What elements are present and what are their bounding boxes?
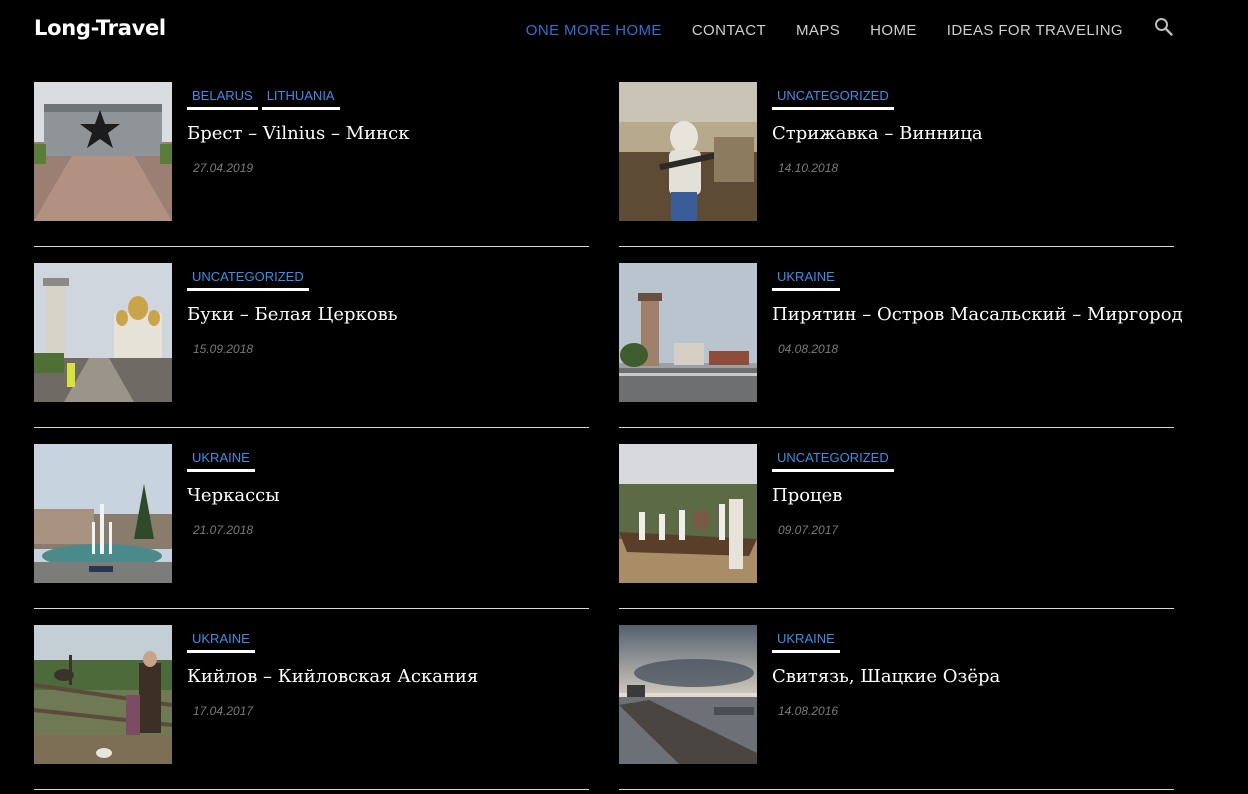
- post-item: UKRAINE Кийлов – Кийловская Аскания 17.0…: [34, 625, 589, 790]
- post-date: 14.10.2018: [778, 161, 839, 175]
- post-list: BELARUS LITHUANIA Брест – Vilnius – Минс…: [34, 82, 1183, 794]
- post-date: 15.09.2018: [193, 342, 254, 356]
- category-link-belarus[interactable]: BELARUS: [187, 88, 258, 110]
- post-categories: UKRAINE: [187, 631, 589, 653]
- post-title[interactable]: Стрижавка – Винница: [772, 123, 1174, 144]
- category-link-ukraine[interactable]: UKRAINE: [772, 269, 840, 291]
- post-title[interactable]: Кийлов – Кийловская Аскания: [187, 666, 589, 687]
- post-date: 21.07.2018: [193, 523, 254, 537]
- category-link-ukraine[interactable]: UKRAINE: [187, 450, 255, 472]
- post-date: 09.07.2017: [778, 523, 839, 537]
- post-date: 14.08.2016: [778, 704, 839, 718]
- post-item: BELARUS LITHUANIA Брест – Vilnius – Минс…: [34, 82, 589, 247]
- site-logo[interactable]: Long-Travel: [34, 16, 166, 40]
- search-icon[interactable]: [1154, 17, 1174, 37]
- post-item: UNCATEGORIZED Стрижавка – Винница 14.10.…: [619, 82, 1174, 247]
- post-title[interactable]: Пирятин – Остров Масальский – Миргород: [772, 304, 1183, 325]
- post-thumbnail[interactable]: [619, 444, 757, 583]
- post-categories: UNCATEGORIZED: [772, 450, 1174, 472]
- category-link-uncategorized[interactable]: UNCATEGORIZED: [772, 450, 894, 472]
- post-date: 27.04.2019: [193, 161, 254, 175]
- category-link-uncategorized[interactable]: UNCATEGORIZED: [772, 88, 894, 110]
- category-link-lithuania[interactable]: LITHUANIA: [261, 88, 340, 110]
- post-thumbnail[interactable]: [34, 82, 172, 221]
- post-categories: UNCATEGORIZED: [187, 269, 589, 291]
- nav-item-maps[interactable]: MAPS: [796, 22, 840, 39]
- post-title[interactable]: Брест – Vilnius – Минск: [187, 123, 589, 144]
- post-title[interactable]: Свитязь, Шацкие Озёра: [772, 666, 1174, 687]
- post-title[interactable]: Черкассы: [187, 485, 589, 506]
- nav-item-ideas-for-traveling[interactable]: IDEAS FOR TRAVELING: [947, 22, 1123, 39]
- post-categories: UKRAINE: [772, 631, 1174, 653]
- post-thumbnail[interactable]: [619, 625, 757, 764]
- post-categories: BELARUS LITHUANIA: [187, 88, 589, 110]
- post-thumbnail[interactable]: [34, 444, 172, 583]
- main-nav: ONE MORE HOME CONTACT MAPS HOME IDEAS FO…: [526, 22, 1123, 39]
- post-thumbnail[interactable]: [619, 82, 757, 221]
- post-categories: UNCATEGORIZED: [772, 88, 1174, 110]
- category-link-ukraine[interactable]: UKRAINE: [772, 631, 840, 653]
- category-link-ukraine[interactable]: UKRAINE: [187, 631, 255, 653]
- nav-item-home[interactable]: HOME: [870, 22, 917, 39]
- post-item: UKRAINE Пирятин – Остров Масальский – Ми…: [619, 263, 1183, 428]
- post-item: UKRAINE Черкассы 21.07.2018: [34, 444, 589, 609]
- post-thumbnail[interactable]: [34, 263, 172, 402]
- post-categories: UKRAINE: [187, 450, 589, 472]
- post-date: 04.08.2018: [778, 342, 839, 356]
- post-item: UKRAINE Свитязь, Шацкие Озёра 14.08.2016: [619, 625, 1174, 790]
- nav-item-one-more-home[interactable]: ONE MORE HOME: [526, 22, 662, 39]
- nav-item-contact[interactable]: CONTACT: [692, 22, 766, 39]
- post-thumbnail[interactable]: [34, 625, 172, 764]
- post-date: 17.04.2017: [193, 704, 254, 718]
- post-categories: UKRAINE: [772, 269, 1174, 291]
- category-link-uncategorized[interactable]: UNCATEGORIZED: [187, 269, 309, 291]
- post-item: UNCATEGORIZED Буки – Белая Церковь 15.09…: [34, 263, 589, 428]
- site-header: Long-Travel ONE MORE HOME CONTACT MAPS H…: [0, 0, 1248, 60]
- post-title[interactable]: Буки – Белая Церковь: [187, 304, 589, 325]
- post-item: UNCATEGORIZED Процев 09.07.2017: [619, 444, 1174, 609]
- post-thumbnail[interactable]: [619, 263, 757, 402]
- post-title[interactable]: Процев: [772, 485, 1174, 506]
